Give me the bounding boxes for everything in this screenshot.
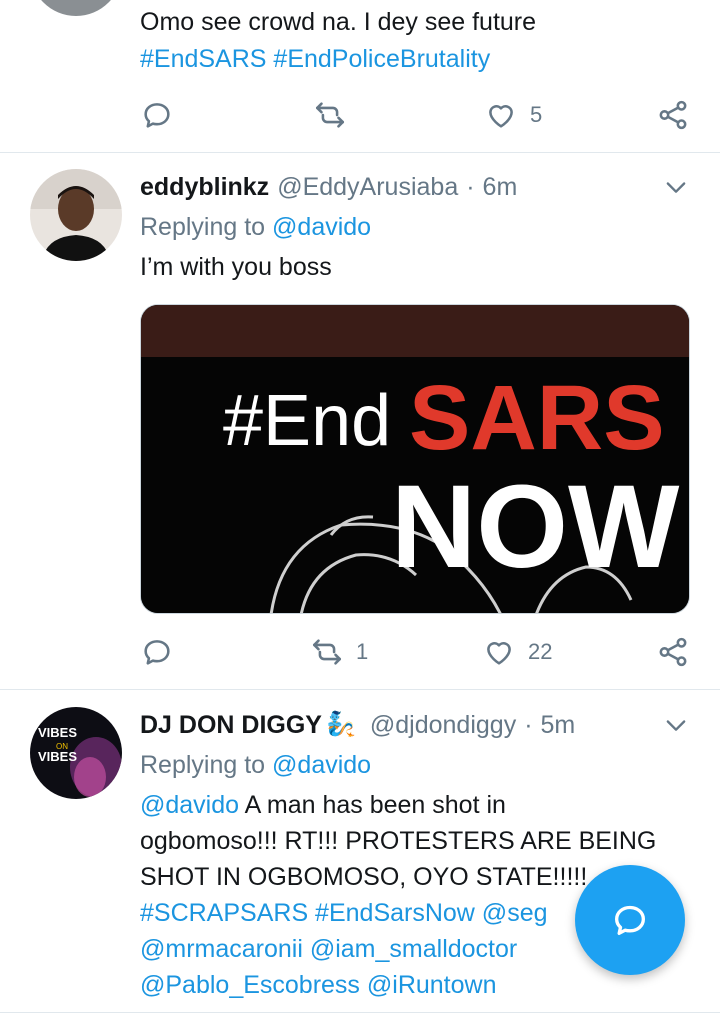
reply-button[interactable] xyxy=(140,632,174,672)
retweet-count: 1 xyxy=(356,639,369,664)
avatar-text-bottom: VIBES xyxy=(38,749,77,764)
like-count: 5 xyxy=(530,102,543,127)
divider xyxy=(0,689,720,690)
display-name[interactable]: DJ DON DIGGY xyxy=(140,707,322,743)
like-count: 22 xyxy=(528,639,553,664)
profile-photo xyxy=(30,169,122,261)
user-handle[interactable]: @djdondiggy xyxy=(370,707,516,743)
timestamp: 6m xyxy=(482,173,518,201)
user-handle[interactable]: @EddyArusiaba xyxy=(277,169,458,205)
tweet-actions: 1 22 xyxy=(0,632,720,672)
share-button[interactable] xyxy=(656,632,690,672)
tweet-hashtags[interactable]: #EndSARS #EndPoliceBrutality xyxy=(140,41,700,77)
tweet-header: DJ DON DIGGY 🧞 @djdondiggy · 5m xyxy=(140,707,575,743)
genie-emoji-icon: 🧞 xyxy=(325,711,356,738)
retweet-button[interactable]: 1 xyxy=(310,632,368,672)
tweet-actions: 5 xyxy=(0,95,720,135)
replying-to-handle[interactable]: @davido xyxy=(272,213,371,241)
share-icon xyxy=(659,100,687,130)
avatar-text-top: VIBES xyxy=(38,725,77,740)
separator-dot: · xyxy=(466,173,475,201)
retweet-icon xyxy=(312,639,342,665)
like-icon xyxy=(487,642,511,665)
chevron-down-icon[interactable] xyxy=(662,711,690,739)
avatar[interactable]: VIBES ON VIBES xyxy=(30,707,122,799)
replying-to-label: Replying to xyxy=(140,213,266,241)
compose-reply-icon xyxy=(615,905,645,935)
like-button[interactable]: 22 xyxy=(482,632,552,672)
tweet-media-image[interactable]: #End SARS NOW xyxy=(140,304,690,614)
compose-reply-button[interactable] xyxy=(575,865,685,975)
like-button[interactable]: 5 xyxy=(484,95,542,135)
tweet-header: eddyblinkz @EddyArusiaba · 6m xyxy=(140,169,517,205)
tweet-previous[interactable]: Omo see crowd na. I dey see future #EndS… xyxy=(0,0,720,153)
mention[interactable]: @davido xyxy=(140,791,239,819)
bottom-bar-divider xyxy=(0,1012,720,1013)
retweet-button[interactable] xyxy=(313,95,347,135)
endsars-now-graphic: #End SARS NOW xyxy=(141,305,689,613)
media-hash-text: #End xyxy=(223,381,391,461)
replying-to-label: Replying to xyxy=(140,751,266,779)
display-name[interactable]: eddyblinkz xyxy=(140,169,269,205)
separator-dot: · xyxy=(524,711,533,739)
replying-to-handle[interactable]: @davido xyxy=(272,751,371,779)
media-now-text: NOW xyxy=(391,461,680,593)
avatar[interactable] xyxy=(30,0,122,16)
timestamp: 5m xyxy=(540,711,576,739)
retweet-icon xyxy=(315,102,345,128)
tweet-text: I’m with you boss xyxy=(140,253,332,281)
reply-button[interactable] xyxy=(140,95,174,135)
tweet-text-line: @davido A man has been shot in xyxy=(140,787,700,823)
replying-to: Replying to @davido xyxy=(140,209,371,245)
reply-icon xyxy=(144,640,170,665)
reply-icon xyxy=(144,103,170,128)
avatar[interactable] xyxy=(30,169,122,261)
profile-photo: VIBES ON VIBES xyxy=(30,707,122,799)
media-sars-text: SARS xyxy=(409,367,665,469)
chevron-down-icon[interactable] xyxy=(662,173,690,201)
share-icon xyxy=(659,637,687,667)
tweet-text-fragment: A man has been shot in xyxy=(239,791,506,819)
tweet-text-line: ogbomoso!!! RT!!! PROTESTERS ARE BEING xyxy=(140,827,657,855)
tweet-text: Omo see crowd na. I dey see future xyxy=(140,8,537,36)
like-icon xyxy=(489,105,513,128)
share-button[interactable] xyxy=(656,95,690,135)
replying-to: Replying to @davido xyxy=(140,747,371,783)
